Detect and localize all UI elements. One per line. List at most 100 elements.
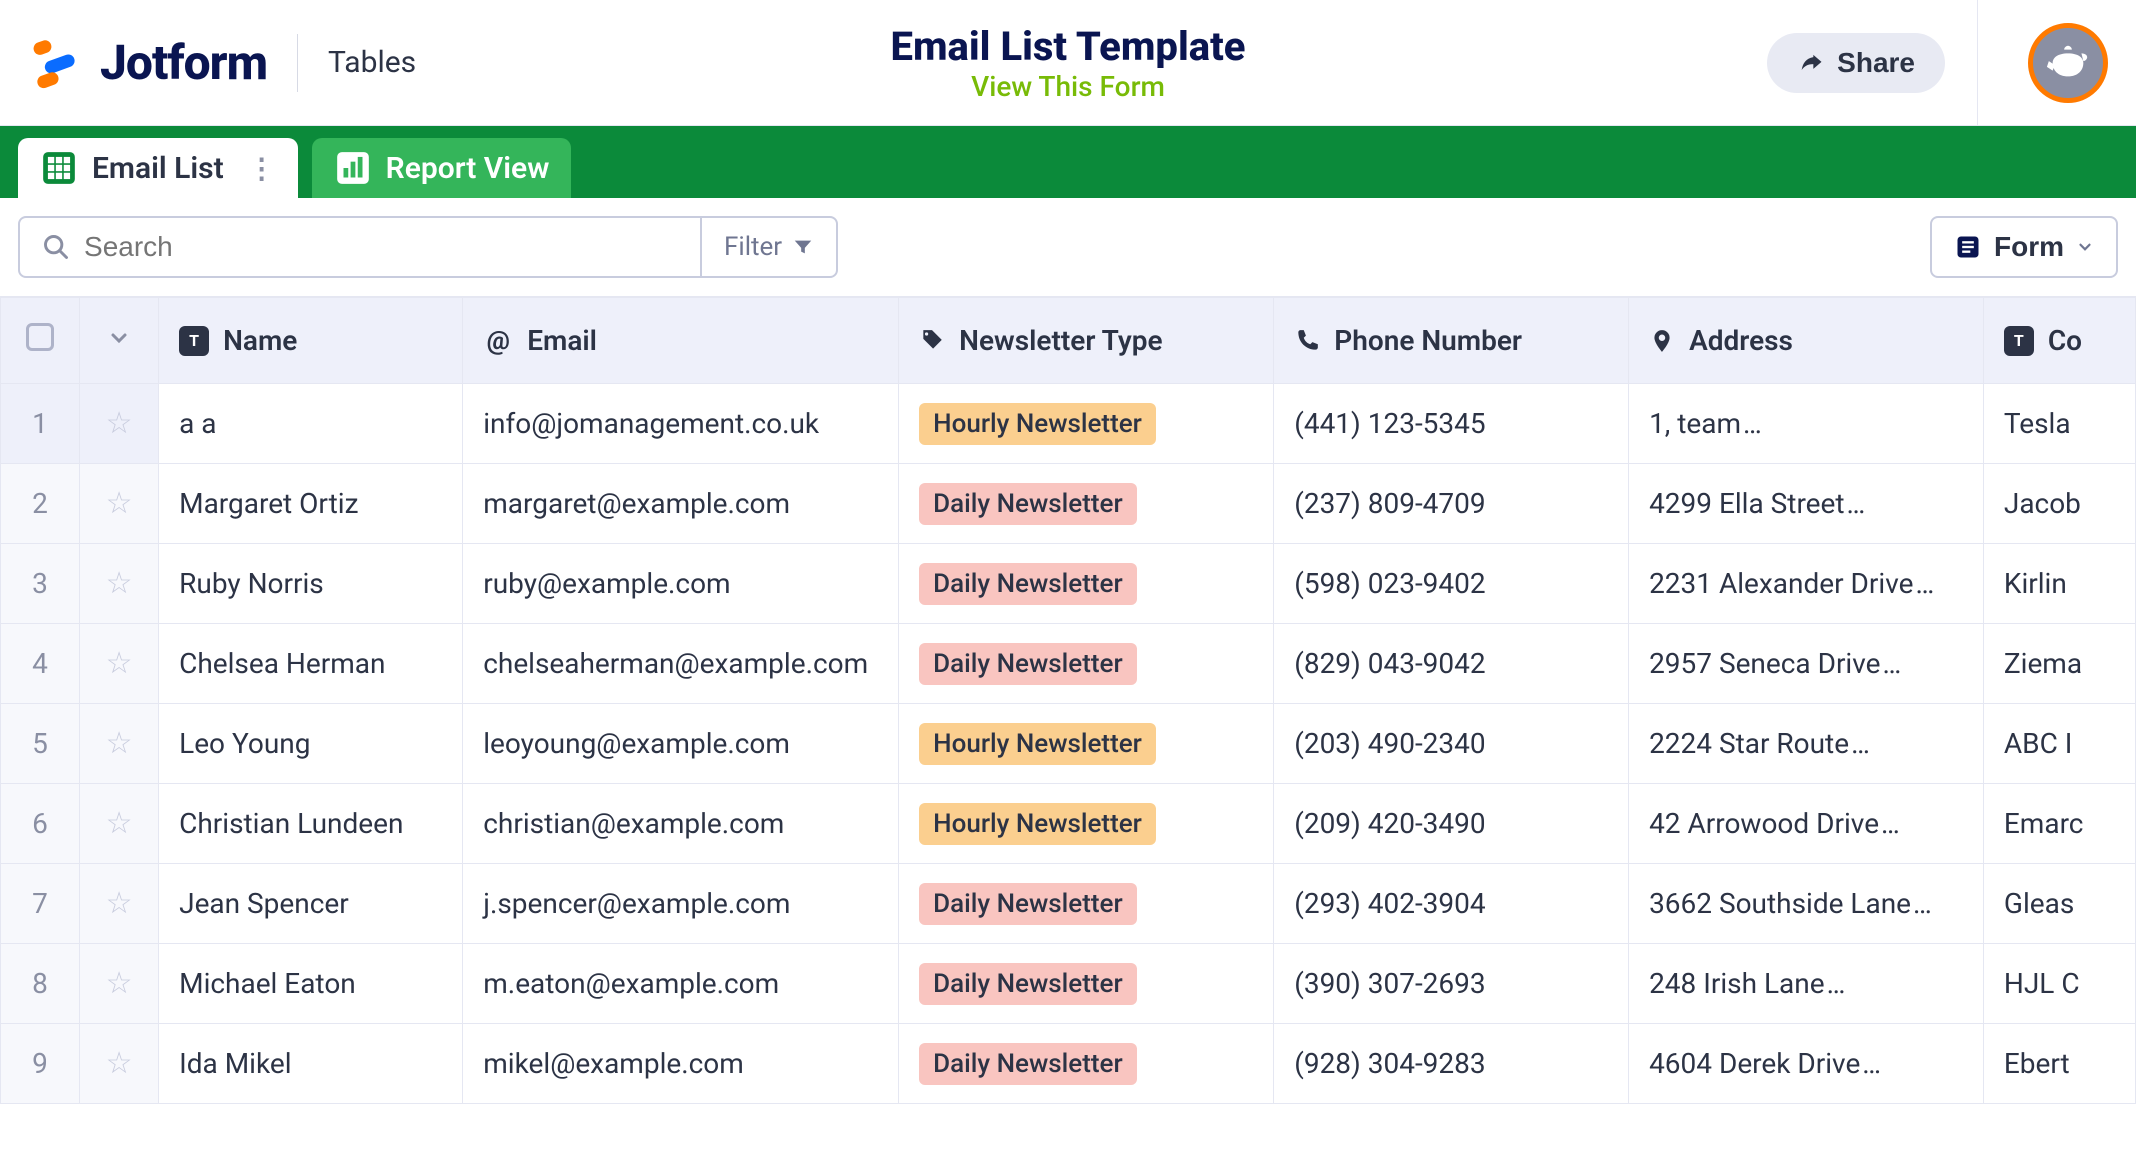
cell-email[interactable]: mikel@example.com	[463, 1024, 899, 1104]
cell-address[interactable]: 2957 Seneca Drive	[1629, 624, 1984, 704]
cell-newsletter[interactable]: Hourly Newsletter	[899, 784, 1274, 864]
page-title: Email List Template	[891, 23, 1246, 70]
column-phone[interactable]: Phone Number	[1274, 298, 1629, 384]
cell-email[interactable]: j.spencer@example.com	[463, 864, 899, 944]
cell-phone[interactable]: (237) 809-4709	[1274, 464, 1629, 544]
cell-company[interactable]: Kirlin	[1983, 544, 2135, 624]
avatar[interactable]	[2028, 23, 2108, 103]
cell-name[interactable]: Leo Young	[159, 704, 463, 784]
cell-name[interactable]: Ida Mikel	[159, 1024, 463, 1104]
cell-newsletter[interactable]: Daily Newsletter	[899, 544, 1274, 624]
table-row[interactable]: 4☆Chelsea Hermanchelseaherman@example.co…	[1, 624, 2136, 704]
row-star[interactable]: ☆	[80, 624, 159, 704]
cell-company[interactable]: ABC I	[1983, 704, 2135, 784]
checkbox-icon[interactable]	[26, 323, 54, 351]
cell-company[interactable]: Emarc	[1983, 784, 2135, 864]
search-input[interactable]	[84, 231, 678, 263]
cell-address[interactable]: 42 Arrowood Drive	[1629, 784, 1984, 864]
tab-email-list[interactable]: Email List ⋮	[18, 138, 298, 198]
tab-menu-icon[interactable]: ⋮	[248, 152, 276, 185]
filter-button[interactable]: Filter	[700, 218, 836, 276]
cell-newsletter[interactable]: Daily Newsletter	[899, 624, 1274, 704]
brand-text: Jotform	[100, 34, 267, 91]
cell-email[interactable]: leoyoung@example.com	[463, 704, 899, 784]
table-row[interactable]: 5☆Leo Youngleoyoung@example.comHourly Ne…	[1, 704, 2136, 784]
section-label[interactable]: Tables	[328, 45, 416, 80]
cell-newsletter[interactable]: Daily Newsletter	[899, 864, 1274, 944]
table-row[interactable]: 7☆Jean Spencerj.spencer@example.comDaily…	[1, 864, 2136, 944]
cell-name[interactable]: Michael Eaton	[159, 944, 463, 1024]
table-row[interactable]: 6☆Christian Lundeenchristian@example.com…	[1, 784, 2136, 864]
col-label: Newsletter Type	[959, 324, 1162, 357]
cell-newsletter[interactable]: Hourly Newsletter	[899, 704, 1274, 784]
column-address[interactable]: Address	[1629, 298, 1984, 384]
cell-company[interactable]: Ziema	[1983, 624, 2135, 704]
select-all-header[interactable]	[1, 298, 80, 384]
row-star[interactable]: ☆	[80, 944, 159, 1024]
cell-newsletter[interactable]: Daily Newsletter	[899, 464, 1274, 544]
cell-address[interactable]: 3662 Southside Lane	[1629, 864, 1984, 944]
cell-name[interactable]: Margaret Ortiz	[159, 464, 463, 544]
table-row[interactable]: 9☆Ida Mikelmikel@example.comDaily Newsle…	[1, 1024, 2136, 1104]
cell-phone[interactable]: (829) 043-9042	[1274, 624, 1629, 704]
cell-address[interactable]: 2224 Star Route	[1629, 704, 1984, 784]
form-button[interactable]: Form	[1930, 216, 2118, 278]
cell-newsletter[interactable]: Daily Newsletter	[899, 1024, 1274, 1104]
cell-address[interactable]: 2231 Alexander Drive	[1629, 544, 1984, 624]
cell-name[interactable]: Chelsea Herman	[159, 624, 463, 704]
cell-email[interactable]: chelseaherman@example.com	[463, 624, 899, 704]
row-star[interactable]: ☆	[80, 704, 159, 784]
row-star[interactable]: ☆	[80, 464, 159, 544]
row-star[interactable]: ☆	[80, 784, 159, 864]
row-star[interactable]: ☆	[80, 864, 159, 944]
star-icon: ☆	[106, 966, 133, 1001]
cell-email[interactable]: ruby@example.com	[463, 544, 899, 624]
cell-name[interactable]: Ruby Norris	[159, 544, 463, 624]
cell-company[interactable]: Ebert	[1983, 1024, 2135, 1104]
column-name[interactable]: TName	[159, 298, 463, 384]
cell-name[interactable]: Jean Spencer	[159, 864, 463, 944]
row-star[interactable]: ☆	[80, 544, 159, 624]
row-star[interactable]: ☆	[80, 1024, 159, 1104]
cell-phone[interactable]: (928) 304-9283	[1274, 1024, 1629, 1104]
cell-company[interactable]: Gleas	[1983, 864, 2135, 944]
cell-phone[interactable]: (441) 123-5345	[1274, 384, 1629, 464]
cell-newsletter[interactable]: Daily Newsletter	[899, 944, 1274, 1024]
cell-phone[interactable]: (203) 490-2340	[1274, 704, 1629, 784]
cell-company[interactable]: HJL C	[1983, 944, 2135, 1024]
form-icon	[1954, 233, 1982, 261]
table-row[interactable]: 2☆Margaret Ortizmargaret@example.comDail…	[1, 464, 2136, 544]
tab-report-view[interactable]: Report View	[312, 138, 572, 198]
cell-address[interactable]: 4299 Ella Street	[1629, 464, 1984, 544]
cell-phone[interactable]: (293) 402-3904	[1274, 864, 1629, 944]
table-row[interactable]: 8☆Michael Eatonm.eaton@example.comDaily …	[1, 944, 2136, 1024]
search-box[interactable]	[20, 218, 700, 276]
cell-company[interactable]: Tesla	[1983, 384, 2135, 464]
cell-address[interactable]: 4604 Derek Drive	[1629, 1024, 1984, 1104]
column-company[interactable]: TCo	[1983, 298, 2135, 384]
cell-email[interactable]: m.eaton@example.com	[463, 944, 899, 1024]
row-star[interactable]: ☆	[80, 384, 159, 464]
table-row[interactable]: 3☆Ruby Norrisruby@example.comDaily Newsl…	[1, 544, 2136, 624]
cell-company[interactable]: Jacob	[1983, 464, 2135, 544]
cell-phone[interactable]: (390) 307-2693	[1274, 944, 1629, 1024]
cell-phone[interactable]: (598) 023-9402	[1274, 544, 1629, 624]
cell-address[interactable]: 248 Irish Lane	[1629, 944, 1984, 1024]
cell-name[interactable]: Christian Lundeen	[159, 784, 463, 864]
expand-header[interactable]	[80, 298, 159, 384]
cell-email[interactable]: info@jomanagement.co.uk	[463, 384, 899, 464]
share-button[interactable]: Share	[1767, 33, 1945, 93]
cell-phone[interactable]: (209) 420-3490	[1274, 784, 1629, 864]
column-newsletter[interactable]: Newsletter Type	[899, 298, 1274, 384]
cell-newsletter[interactable]: Hourly Newsletter	[899, 384, 1274, 464]
table-row[interactable]: 1☆a ainfo@jomanagement.co.ukHourly Newsl…	[1, 384, 2136, 464]
cell-email[interactable]: christian@example.com	[463, 784, 899, 864]
cell-name[interactable]: a a	[159, 384, 463, 464]
column-email[interactable]: @Email	[463, 298, 899, 384]
newsletter-tag: Daily Newsletter	[919, 483, 1136, 525]
view-form-link[interactable]: View This Form	[891, 70, 1246, 103]
cell-email[interactable]: margaret@example.com	[463, 464, 899, 544]
cell-address[interactable]: 1, team	[1629, 384, 1984, 464]
logo-block[interactable]: Jotform	[28, 34, 267, 92]
page-title-block: Email List Template View This Form	[891, 23, 1246, 103]
